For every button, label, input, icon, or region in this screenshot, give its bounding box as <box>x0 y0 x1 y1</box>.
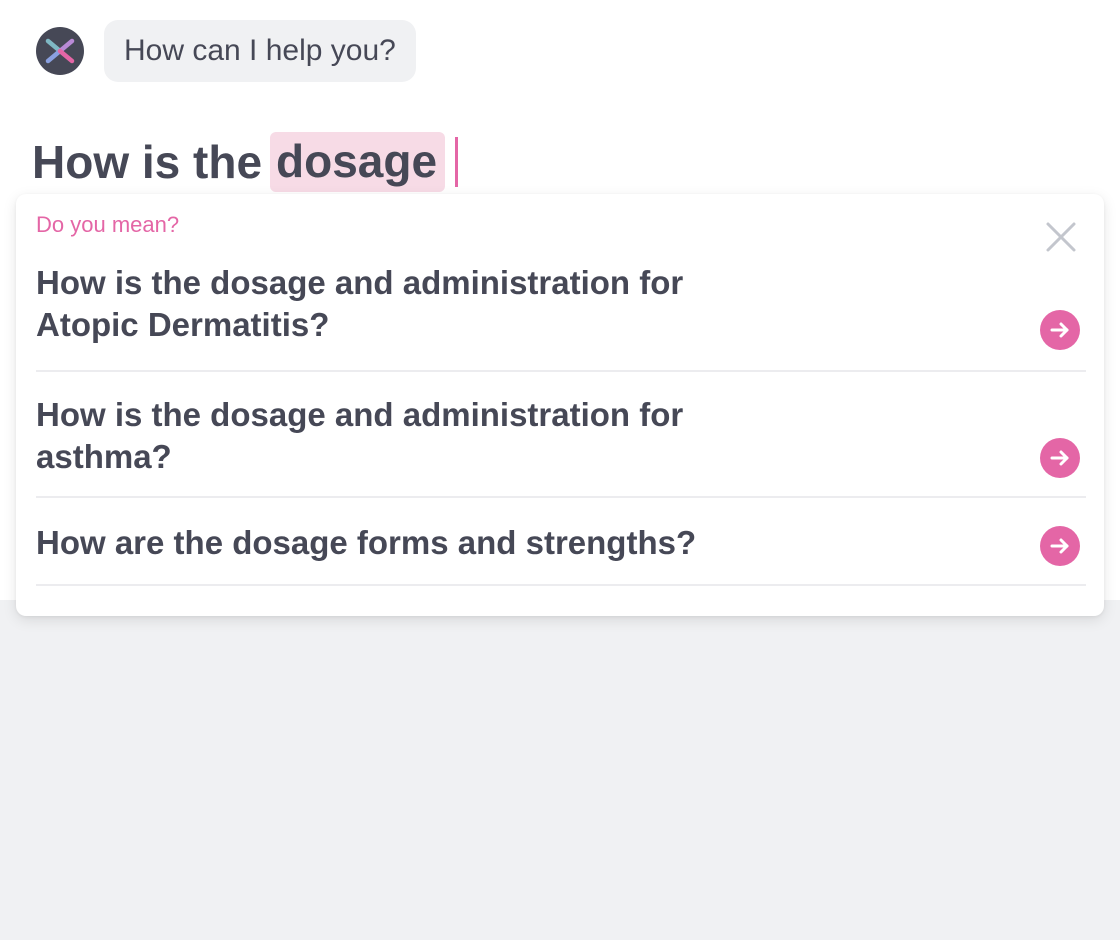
suggestion-item[interactable]: How is the dosage and administration for… <box>36 372 1086 498</box>
arrow-right-icon <box>1050 538 1069 554</box>
suggestions-list: How is the dosage and administration for… <box>36 246 1086 586</box>
suggestion-line: How is the dosage and administration for <box>36 264 684 301</box>
assistant-greeting-bubble: How can I help you? <box>104 20 416 82</box>
suggestion-item[interactable]: How are the dosage forms and strengths? <box>36 498 1086 586</box>
suggestion-text: How is the dosage and administration for… <box>36 262 736 346</box>
assistant-message: How can I help you? <box>36 20 416 82</box>
suggestion-go-button[interactable] <box>1040 438 1080 478</box>
suggestion-item[interactable]: How is the dosage and administration for… <box>36 246 1086 372</box>
suggestion-go-button[interactable] <box>1040 526 1080 566</box>
suggestion-go-button[interactable] <box>1040 310 1080 350</box>
suggestion-text: How is the dosage and administration for… <box>36 394 736 478</box>
assistant-greeting-text: How can I help you? <box>124 34 396 67</box>
assistant-avatar <box>36 27 84 75</box>
query-prefix-text: How is the <box>32 136 263 188</box>
query-highlighted-term: dosage <box>270 132 446 192</box>
text-caret <box>455 137 459 187</box>
suggestion-line: asthma? <box>36 438 172 475</box>
suggestions-title: Do you mean? <box>36 212 180 237</box>
suggestion-text: How are the dosage forms and strengths? <box>36 522 936 564</box>
suggestion-line: How are the dosage forms and strengths? <box>36 524 697 561</box>
suggestion-line: Atopic Dermatitis? <box>36 306 330 343</box>
arrow-right-icon <box>1050 322 1069 338</box>
arrow-right-icon <box>1050 450 1069 466</box>
query-input[interactable]: How is the dosage <box>32 130 459 194</box>
suggestion-line: How is the dosage and administration for <box>36 396 684 433</box>
suggestions-panel: Do you mean? How is the dosage and admin… <box>16 194 1104 616</box>
x-logo-icon <box>45 38 75 64</box>
